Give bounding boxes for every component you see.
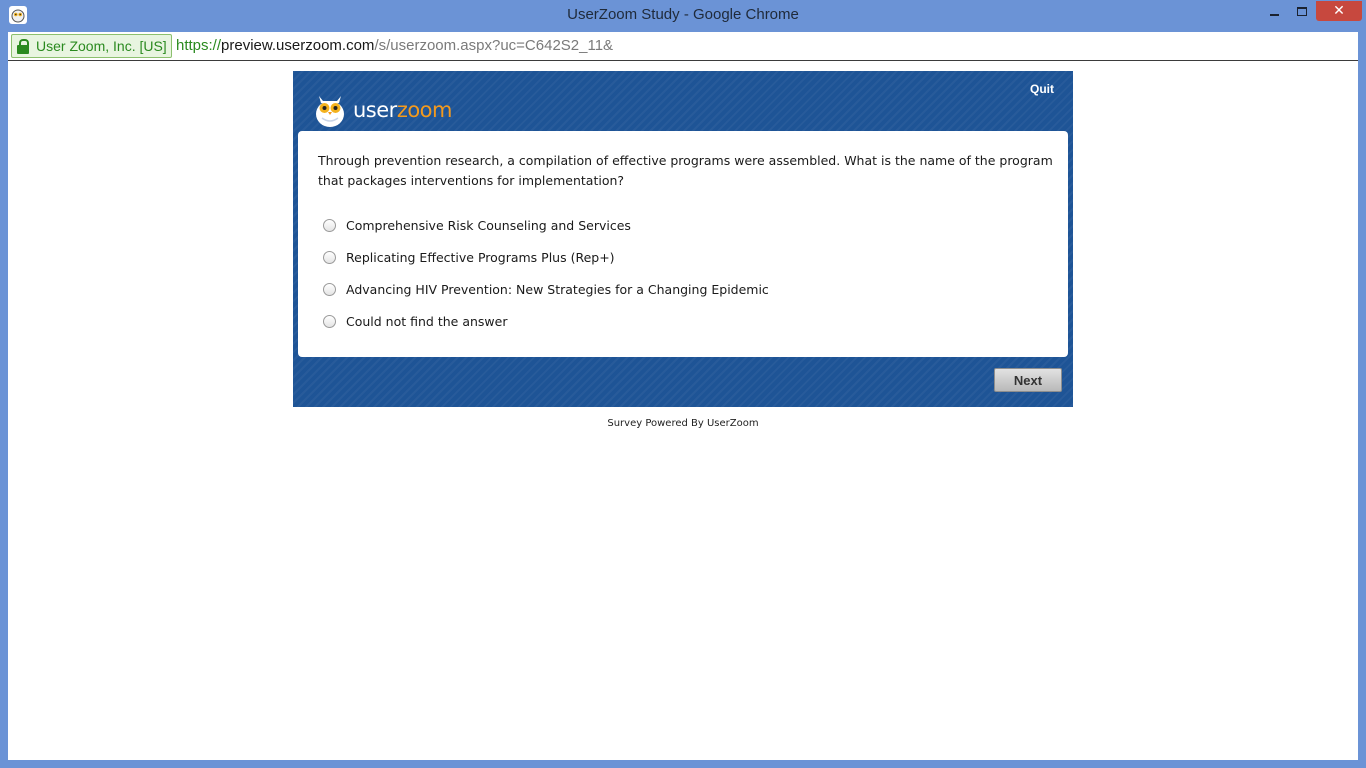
logo-wordmark: userzoom xyxy=(353,98,453,122)
answer-option-label[interactable]: Replicating Effective Programs Plus (Rep… xyxy=(346,250,615,265)
close-icon: ✕ xyxy=(1333,3,1345,19)
answer-option[interactable]: Advancing HIV Prevention: New Strategies… xyxy=(323,273,769,305)
lock-icon xyxy=(16,38,30,54)
page-viewport: userzoom Quit Through prevention researc… xyxy=(8,61,1358,760)
answer-option[interactable]: Replicating Effective Programs Plus (Rep… xyxy=(323,241,769,273)
ev-certificate-badge[interactable]: User Zoom, Inc. [US] xyxy=(11,34,172,58)
answer-option-label[interactable]: Advancing HIV Prevention: New Strategies… xyxy=(346,282,769,297)
answer-option[interactable]: Comprehensive Risk Counseling and Servic… xyxy=(323,209,769,241)
window-bottom-border xyxy=(0,760,1366,768)
window-title: UserZoom Study - Google Chrome xyxy=(567,6,799,23)
answer-options: Comprehensive Risk Counseling and Servic… xyxy=(323,209,769,337)
answer-option[interactable]: Could not find the answer xyxy=(323,305,769,337)
maximize-button[interactable] xyxy=(1290,1,1314,21)
window-titlebar: UserZoom Study - Google Chrome ✕ xyxy=(0,0,1366,32)
next-button[interactable]: Next xyxy=(994,368,1062,392)
owl-mascot-icon xyxy=(316,96,344,127)
minimize-button[interactable] xyxy=(1262,1,1286,21)
question-card: Through prevention research, a compilati… xyxy=(298,131,1068,357)
quit-link[interactable]: Quit xyxy=(1030,82,1054,96)
question-text: Through prevention research, a compilati… xyxy=(318,153,1053,188)
radio-button[interactable] xyxy=(323,282,336,296)
radio-button[interactable] xyxy=(323,250,336,264)
url-text[interactable]: https://preview.userzoom.com/s/userzoom.… xyxy=(176,37,613,54)
userzoom-logo: userzoom xyxy=(313,89,453,129)
maximize-icon xyxy=(1297,6,1307,16)
answer-option-label[interactable]: Comprehensive Risk Counseling and Servic… xyxy=(346,218,631,233)
url-host: preview.userzoom.com xyxy=(221,37,375,54)
radio-button[interactable] xyxy=(323,218,336,232)
address-bar[interactable]: User Zoom, Inc. [US] https://preview.use… xyxy=(8,32,1358,61)
minimize-icon xyxy=(1269,14,1279,16)
ev-certificate-label: User Zoom, Inc. [US] xyxy=(36,38,167,54)
url-scheme: https:// xyxy=(176,37,222,54)
survey-footer: Survey Powered By UserZoom xyxy=(607,418,759,429)
answer-option-label[interactable]: Could not find the answer xyxy=(346,314,507,329)
close-button[interactable]: ✕ xyxy=(1316,1,1362,21)
radio-button[interactable] xyxy=(323,314,336,328)
survey-panel: userzoom Quit Through prevention researc… xyxy=(293,71,1073,407)
url-path: /s/userzoom.aspx?uc=C642S2_11& xyxy=(374,37,614,54)
